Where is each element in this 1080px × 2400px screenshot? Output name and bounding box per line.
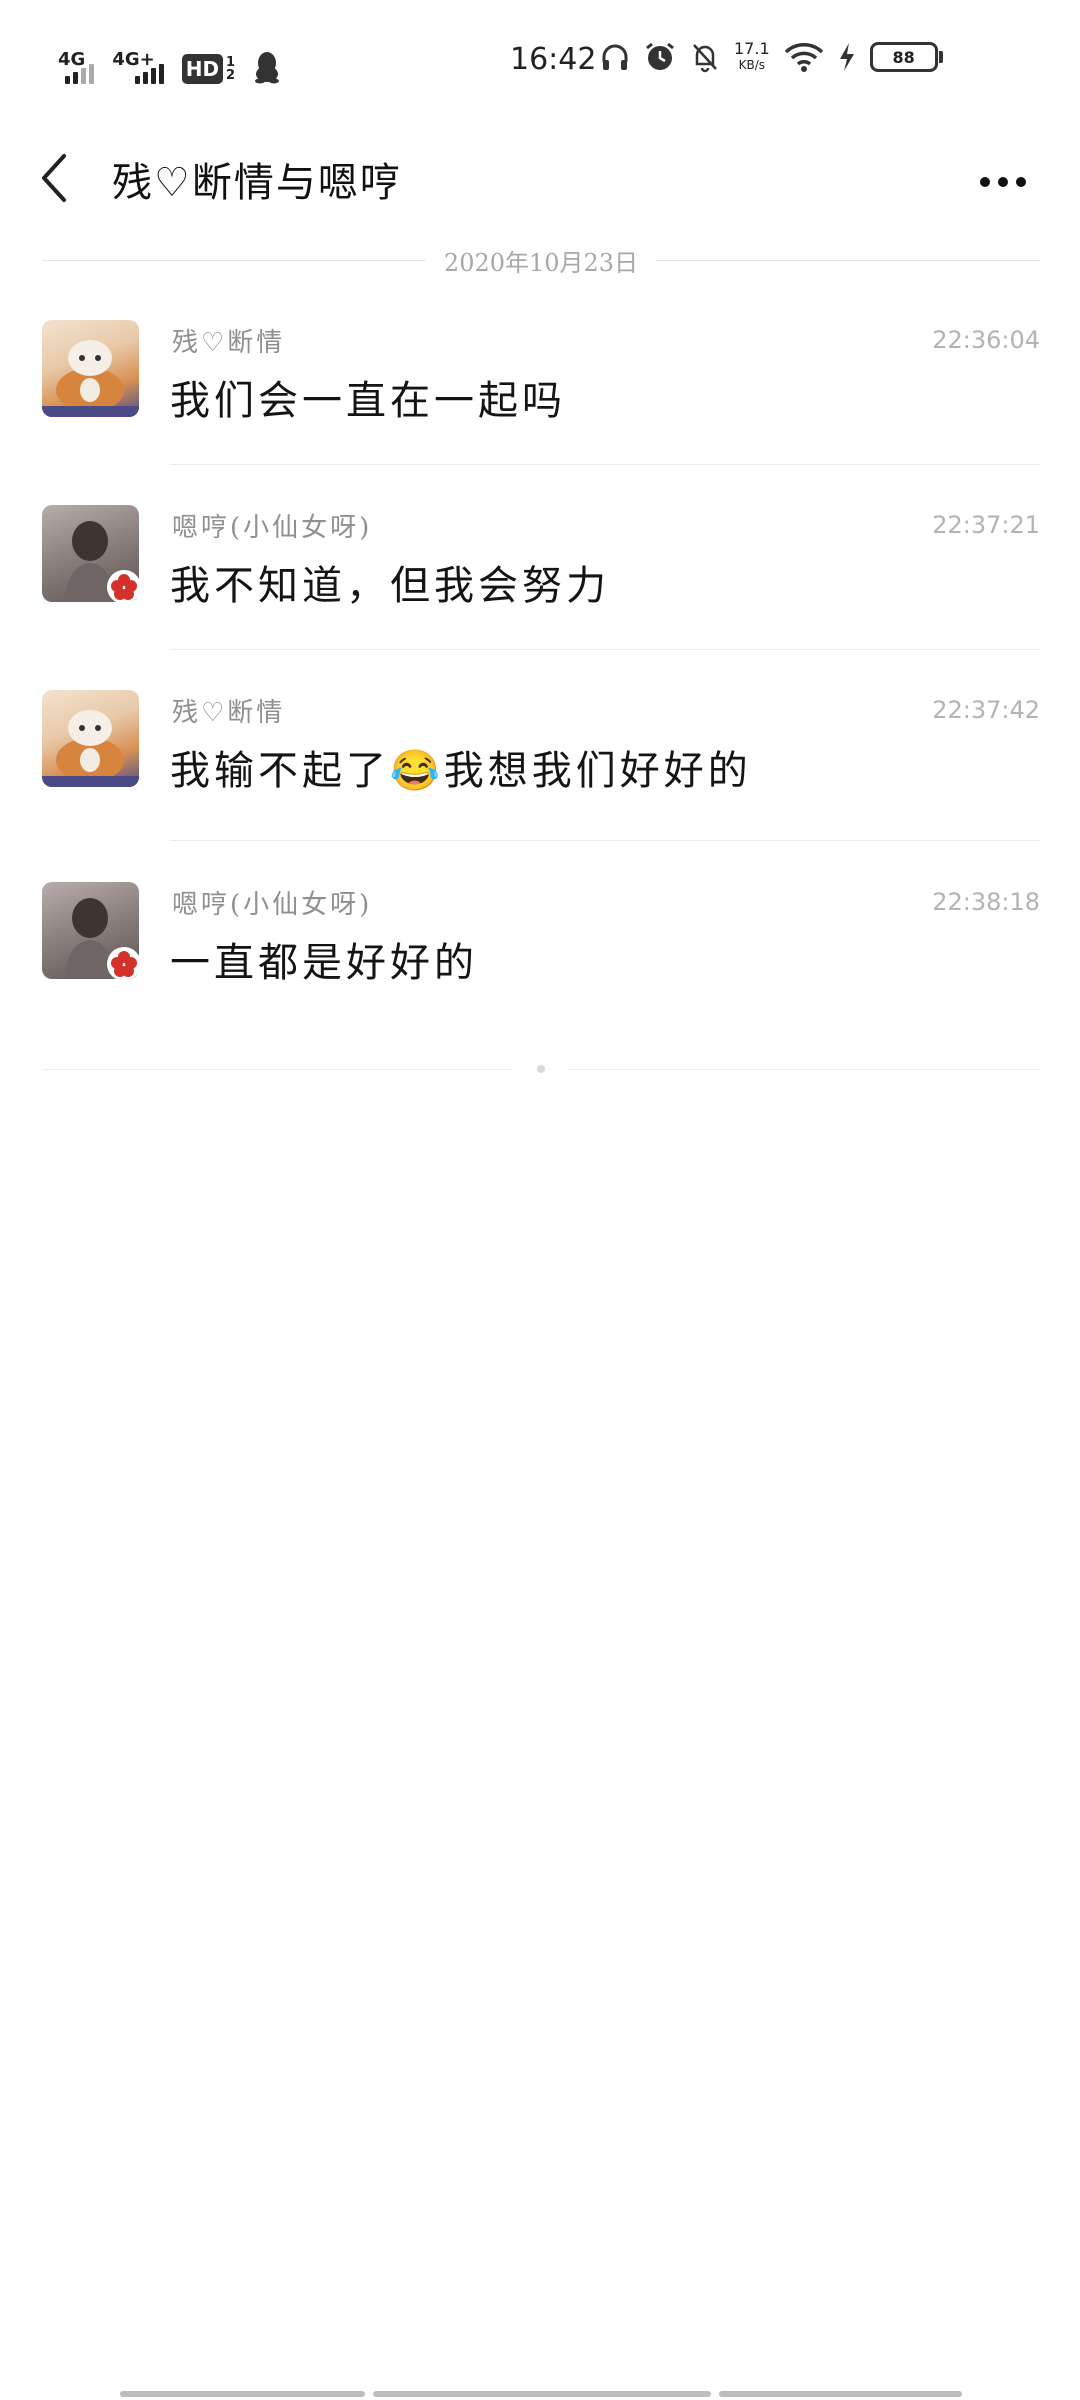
- red-flower-icon: [111, 951, 137, 977]
- avatar[interactable]: [42, 320, 139, 417]
- sender-name: 嗯哼(小仙女呀): [172, 890, 373, 920]
- more-button[interactable]: [980, 162, 1040, 202]
- lightning-icon: [839, 43, 854, 71]
- battery-level: 88: [869, 42, 938, 72]
- message-item[interactable]: 残♡断情 22:36:04 我们会一直在一起吗: [0, 300, 1080, 465]
- message-text: 我们会一直在一起吗: [170, 378, 566, 424]
- message-time: 22:36:04: [932, 326, 1040, 354]
- hd-sub-bottom: 2: [226, 68, 236, 83]
- divider-line: [42, 1068, 513, 1070]
- status-left: 4G 4G+ HD 1 2: [58, 42, 281, 84]
- sim2-label: 4G+: [112, 49, 155, 70]
- headphones-icon: [602, 44, 628, 70]
- message-separator: [170, 464, 1040, 465]
- speed-unit: KB/s: [738, 58, 766, 72]
- home-indicator: [120, 2391, 962, 2397]
- qq-penguin-icon: [255, 52, 280, 84]
- message-text: 我输不起了😂我想我们好好的: [170, 748, 752, 794]
- message-item[interactable]: 嗯哼(小仙女呀) 22:37:21 我不知道，但我会努力: [0, 485, 1080, 650]
- sender-name: 残♡断情: [172, 698, 286, 728]
- badge-icon: [107, 947, 139, 979]
- network-speed: 17.1 KB/s: [734, 40, 770, 74]
- message-separator: [170, 649, 1040, 650]
- indicator-segment: [373, 2391, 711, 2397]
- red-flower-icon: [111, 574, 137, 600]
- chat-header: 残♡断情与嗯哼: [0, 130, 1080, 230]
- end-divider: [42, 1062, 1040, 1076]
- divider-line: [569, 1068, 1040, 1070]
- back-button[interactable]: [34, 148, 74, 208]
- sim1-label: 4G: [58, 49, 86, 70]
- battery-tip: [938, 51, 943, 63]
- status-bar: 4G 4G+ HD 1 2 16:42 17.1 KB/s 88: [0, 0, 1080, 110]
- message-item[interactable]: 残♡断情 22:37:42 我输不起了😂我想我们好好的: [0, 670, 1080, 841]
- hd-indicator: HD 1 2: [181, 54, 235, 84]
- divider-line: [42, 259, 426, 261]
- battery-indicator: 88: [869, 42, 943, 72]
- divider-dot: [537, 1065, 545, 1073]
- avatar[interactable]: [42, 882, 139, 979]
- badge-icon: [107, 570, 139, 602]
- divider-line: [656, 259, 1040, 261]
- status-time: 16:42: [510, 42, 597, 77]
- indicator-segment: [719, 2391, 962, 2397]
- message-item[interactable]: 嗯哼(小仙女呀) 22:38:18 一直都是好好的: [0, 862, 1080, 1032]
- avatar[interactable]: [42, 505, 139, 602]
- sim2-signal: 4G+: [112, 42, 164, 84]
- indicator-segment: [120, 2391, 365, 2397]
- bell-off-icon: [693, 44, 717, 73]
- cat-avatar-icon: [42, 710, 139, 787]
- cat-avatar-icon: [42, 340, 139, 417]
- more-dots-icon: [998, 177, 1008, 187]
- sender-name: 嗯哼(小仙女呀): [172, 513, 373, 543]
- wifi-icon: [784, 43, 823, 72]
- more-dots-icon: [1016, 177, 1026, 187]
- more-dots-icon: [980, 177, 990, 187]
- alarm-icon: [646, 42, 674, 70]
- sim1-signal: 4G: [58, 42, 95, 84]
- message-text: 一直都是好好的: [170, 940, 478, 986]
- message-time: 22:37:42: [932, 696, 1040, 724]
- chevron-left-icon: [42, 154, 66, 202]
- hd-label: HD: [181, 54, 224, 84]
- sender-name: 残♡断情: [172, 328, 286, 358]
- speed-value: 17.1: [734, 39, 770, 58]
- message-text: 我不知道，但我会努力: [170, 563, 610, 609]
- hd-sub: 1 2: [226, 56, 235, 82]
- page-title: 残♡断情与嗯哼: [112, 160, 402, 206]
- date-label: 2020年10月23日: [443, 248, 639, 277]
- message-time: 22:37:21: [932, 511, 1040, 539]
- status-right: 17.1 KB/s 88: [600, 40, 943, 74]
- message-time: 22:38:18: [932, 888, 1040, 916]
- message-separator: [170, 840, 1040, 841]
- date-divider: 2020年10月23日: [42, 245, 1040, 277]
- avatar[interactable]: [42, 690, 139, 787]
